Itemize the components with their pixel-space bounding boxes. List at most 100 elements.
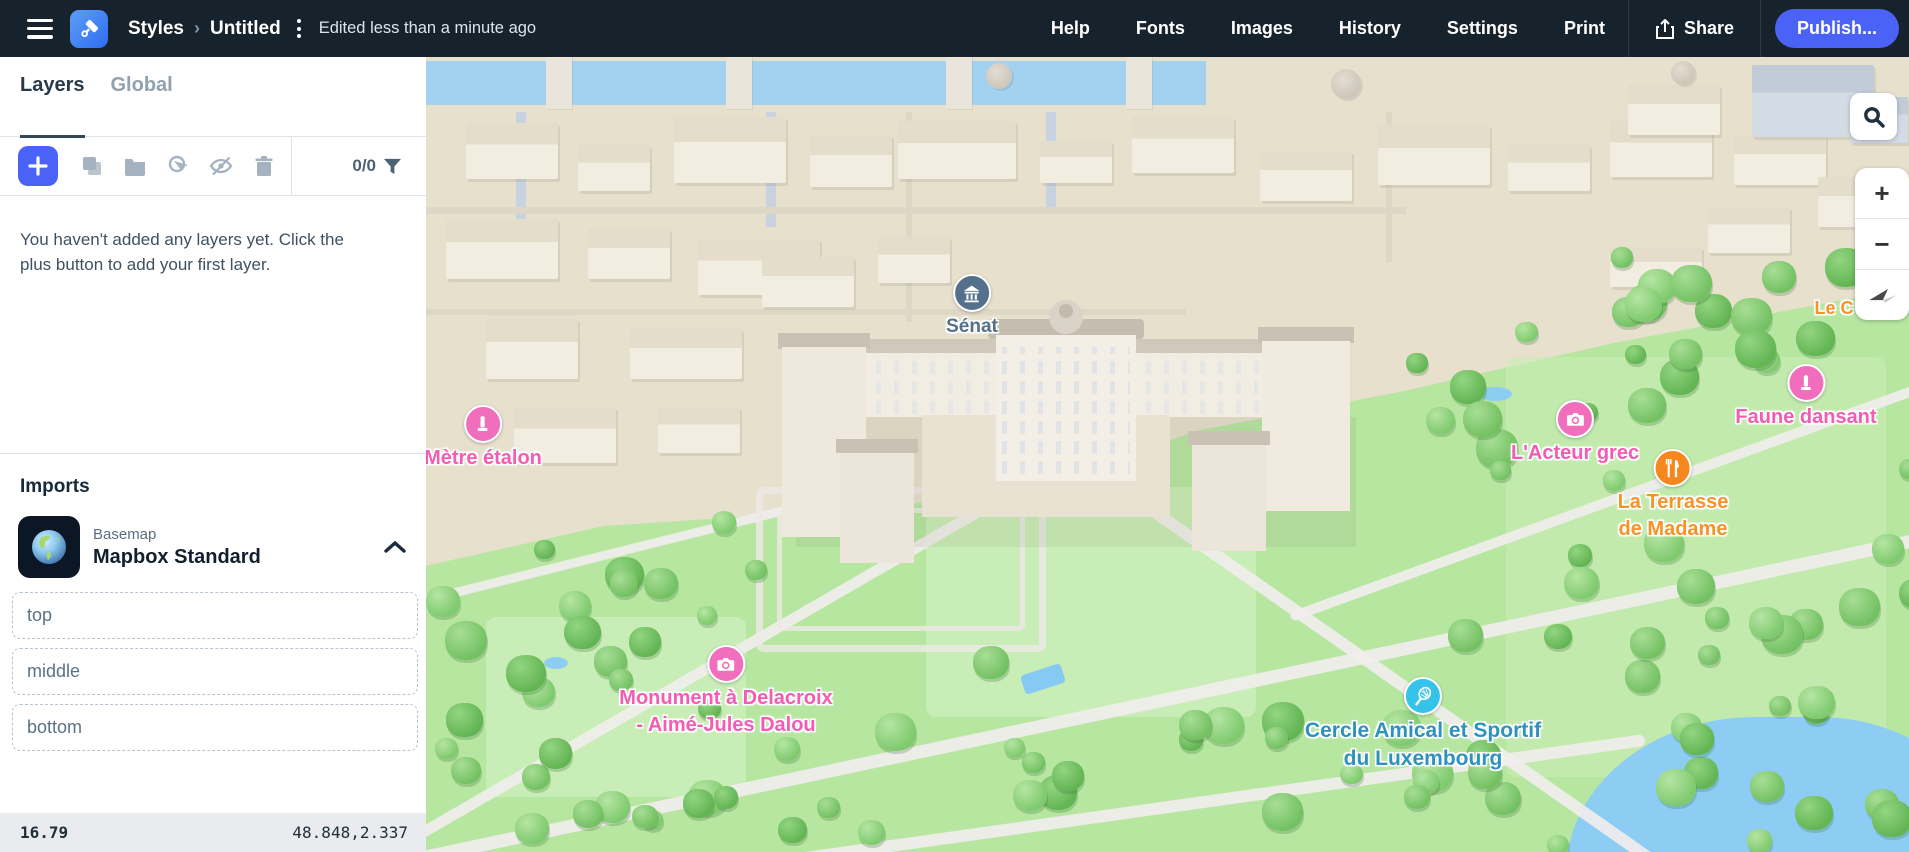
tree [1426,406,1456,434]
tree [1669,339,1702,370]
tree [1871,799,1909,837]
basemap-slot-top[interactable]: top [12,592,418,639]
top-bar: Styles › Untitled Edited less than a min… [0,0,1909,57]
style-options-kebab-icon[interactable] [293,15,305,42]
tree [1564,566,1600,600]
building [1734,135,1826,185]
tree [1611,247,1634,268]
tree [1643,525,1684,562]
breadcrumb-styles[interactable]: Styles [128,18,184,40]
tree [521,763,551,790]
empty-layers-message: You haven't added any layers yet. Click … [20,230,344,274]
select-layer-icon[interactable] [166,154,190,178]
tree [778,816,807,844]
tree [683,789,715,818]
tree [698,698,721,720]
zoom-level-value: 16.79 [20,823,69,842]
tree [1467,756,1503,789]
tree [1748,607,1783,639]
hide-layer-eye-off-icon[interactable] [209,154,233,178]
tree [1768,696,1791,717]
basemap-slot-bottom[interactable]: bottom [12,704,418,751]
tree [1543,623,1572,650]
tree [451,756,482,785]
compass-button[interactable] [1855,269,1909,320]
tree [609,570,639,597]
layer-counter: 0/0 [352,156,376,175]
tree [713,786,739,810]
building [674,117,786,183]
tree [1264,727,1289,749]
tree [1698,644,1720,665]
group-layers-folder-icon[interactable] [123,154,147,178]
tree [628,627,661,657]
zoom-out-button[interactable]: − [1855,218,1909,269]
tree [1003,738,1025,758]
tree [515,813,549,844]
duplicate-layer-icon[interactable] [80,154,104,178]
delete-layer-trash-icon[interactable] [252,154,276,178]
building [514,407,616,463]
building [446,219,558,279]
tree [534,539,556,559]
tree [1052,761,1085,791]
nav-fonts[interactable]: Fonts [1113,0,1208,57]
monument-poi-icon [464,405,502,443]
basemap-row[interactable]: Basemap Mapbox Standard [18,516,406,578]
share-button[interactable]: Share [1629,0,1760,57]
nav-settings[interactable]: Settings [1424,0,1541,57]
tree [643,568,678,600]
tree [505,655,547,693]
edited-status: Edited less than a minute ago [318,19,537,37]
tree [1746,829,1773,852]
map-zoom-controls: + − [1855,168,1909,320]
zoom-in-button[interactable]: + [1855,168,1909,218]
tree [1262,793,1304,831]
share-icon [1655,18,1674,39]
tree [1449,370,1487,404]
divider [291,137,292,195]
building [810,135,892,187]
publish-button[interactable]: Publish... [1774,9,1899,48]
building [1508,145,1590,191]
tab-global[interactable]: Global [111,74,173,136]
nav-help[interactable]: Help [1028,0,1113,57]
basemap-label: Basemap [93,525,157,543]
tree [696,606,717,625]
globe-icon [32,530,66,564]
tree [632,804,658,829]
tree [1750,770,1785,802]
paint-roller-icon [81,19,98,37]
tree [1382,709,1422,747]
mapbox-studio-logo[interactable] [70,9,108,48]
tree [816,797,840,819]
tree [1796,321,1835,357]
building [578,145,650,191]
tree [434,737,458,760]
layer-toolbar: 0/0 [0,137,426,196]
building [878,237,950,283]
nav-history[interactable]: History [1316,0,1424,57]
bridge [546,57,572,109]
add-layer-button[interactable] [18,146,58,186]
map-statusbar: 16.79 48.848,2.337 [0,813,426,852]
nav-images[interactable]: Images [1208,0,1316,57]
nav-print[interactable]: Print [1541,0,1628,57]
menu-icon[interactable] [27,18,53,39]
map-canvas[interactable]: Sénat Mètre étalon Monument à Delacroix - A… [426,57,1909,852]
tree [875,713,917,751]
basemap-name: Mapbox Standard [93,545,261,568]
basemap-slot-middle[interactable]: middle [12,648,418,695]
chevron-up-icon[interactable] [384,540,406,554]
filter-icon[interactable] [383,157,402,176]
share-label: Share [1683,18,1734,38]
compass-icon [1869,289,1897,303]
breadcrumb-style-name[interactable]: Untitled [210,18,281,40]
tree [1546,834,1569,852]
tree [1629,626,1665,659]
coordinates-value: 48.848,2.337 [292,823,408,842]
tab-layers[interactable]: Layers [20,74,85,138]
map-search-button[interactable] [1850,93,1897,140]
tree [1624,660,1660,693]
tree [745,560,767,581]
